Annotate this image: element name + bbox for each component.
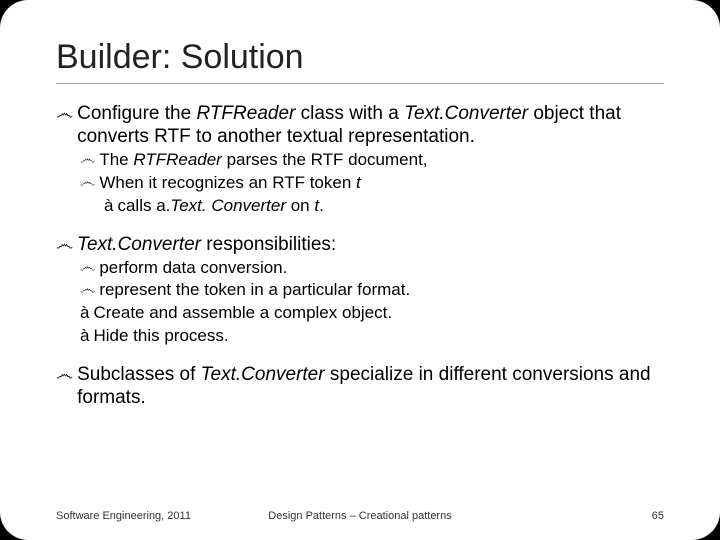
text-run-italic: Text.Converter (404, 103, 528, 124)
text-run: class with a (295, 103, 404, 124)
slide-title: Builder: Solution (56, 38, 664, 84)
bullet-icon: ෴ (80, 150, 95, 171)
text-run: Configure the (77, 103, 196, 124)
bullet-text: Subclasses of Text.Converter specialize … (77, 363, 664, 409)
bullet-text: perform data conversion. (99, 258, 664, 279)
bullet-2: ෴ Text.Converter responsibilities: (56, 233, 664, 256)
footer-center: Design Patterns – Creational patterns (56, 510, 664, 522)
bullet-icon: ෴ (80, 258, 95, 279)
text-run: Subclasses of (77, 364, 201, 385)
bullet-1b: ෴ When it recognizes an RTF token t (80, 173, 664, 194)
text-run: The (99, 150, 133, 169)
bullet-icon: ෴ (80, 280, 95, 301)
spacer (56, 349, 664, 363)
bullet-1: ෴ Configure the RTFReader class with a T… (56, 102, 664, 148)
bullet-text: The RTFReader parses the RTF document, (99, 150, 664, 171)
bullet-icon: ෴ (56, 102, 73, 148)
text-run: When it recognizes an RTF token (99, 173, 356, 192)
text-run-italic: RTFReader (196, 103, 295, 124)
arrow-icon: à (80, 303, 89, 324)
text-run-italic: t (356, 173, 361, 192)
text-run: responsibilities: (201, 234, 336, 255)
bullet-text: represent the token in a particular form… (99, 280, 664, 301)
text-run: . (319, 196, 324, 215)
slide: Builder: Solution ෴ Configure the RTFRea… (0, 0, 720, 540)
arrow-icon: à (80, 326, 89, 347)
slide-body: ෴ Configure the RTFReader class with a T… (56, 102, 664, 409)
text-run: on (286, 196, 314, 215)
bullet-1a: ෴ The RTFReader parses the RTF document, (80, 150, 664, 171)
text-run-italic: Text.Converter (77, 234, 201, 255)
bullet-text: Create and assemble a complex object. (93, 303, 664, 324)
bullet-text: calls a.Text. Converter on t. (117, 196, 664, 217)
bullet-3: ෴ Subclasses of Text.Converter specializ… (56, 363, 664, 409)
text-run: calls a. (117, 196, 170, 215)
bullet-text: Configure the RTFReader class with a Tex… (77, 102, 664, 148)
bullet-2d: à Hide this process. (80, 326, 664, 347)
text-run-italic: Text. Converter (170, 196, 286, 215)
bullet-icon: ෴ (56, 363, 73, 409)
bullet-icon: ෴ (56, 233, 73, 256)
bullet-text: Text.Converter responsibilities: (77, 233, 664, 256)
text-run-italic: Text.Converter (201, 364, 325, 385)
bullet-2a: ෴ perform data conversion. (80, 258, 664, 279)
bullet-icon: ෴ (80, 173, 95, 194)
bullet-2c: à Create and assemble a complex object. (80, 303, 664, 324)
text-run: parses the RTF document, (222, 150, 428, 169)
bullet-text: Hide this process. (93, 326, 664, 347)
bullet-2b: ෴ represent the token in a particular fo… (80, 280, 664, 301)
bullet-1c: à calls a.Text. Converter on t. (104, 196, 664, 217)
text-run-italic: RTFReader (133, 150, 222, 169)
bullet-text: When it recognizes an RTF token t (99, 173, 664, 194)
footer: Software Engineering, 2011 Design Patter… (56, 510, 664, 522)
spacer (56, 219, 664, 233)
arrow-icon: à (104, 196, 113, 217)
